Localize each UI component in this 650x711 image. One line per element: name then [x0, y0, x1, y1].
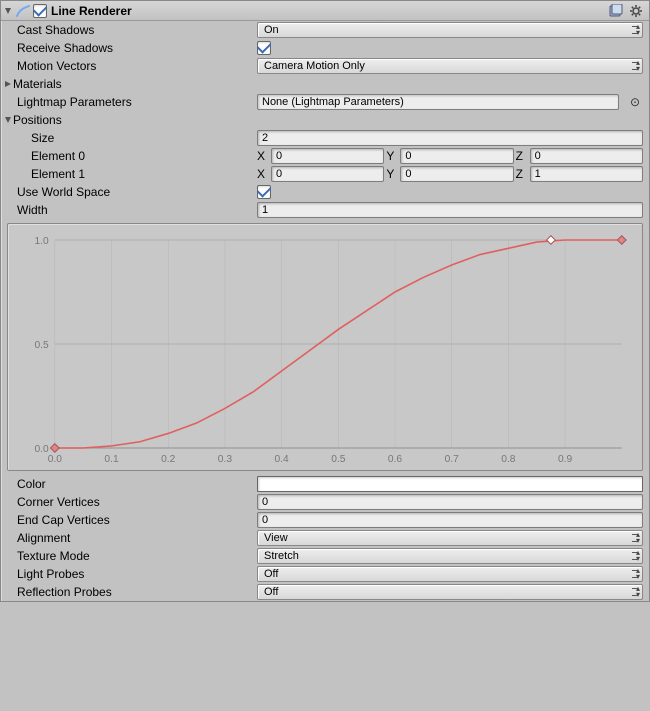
svg-text:0.9: 0.9: [558, 454, 573, 465]
gear-icon[interactable]: [629, 4, 643, 18]
element1-y-input[interactable]: 0: [400, 166, 513, 182]
svg-text:0.8: 0.8: [501, 454, 516, 465]
help-icon[interactable]: [609, 4, 623, 18]
element0-x-input[interactable]: 0: [271, 148, 384, 164]
element0-label: Element 0: [3, 149, 257, 163]
element1-x-input[interactable]: 0: [271, 166, 384, 182]
receive-shadows-checkbox[interactable]: [257, 41, 271, 55]
width-input[interactable]: 1: [257, 202, 643, 218]
width-curve-editor[interactable]: 0.00.51.00.00.10.20.30.40.50.60.70.80.9: [7, 223, 643, 471]
svg-text:0.5: 0.5: [331, 454, 346, 465]
axis-y-label: Y: [386, 149, 398, 163]
svg-text:0.2: 0.2: [161, 454, 176, 465]
end-cap-vertices-input[interactable]: 0: [257, 512, 643, 528]
svg-text:0.5: 0.5: [34, 340, 49, 351]
color-field[interactable]: [257, 476, 643, 492]
positions-label: Positions: [13, 113, 62, 127]
axis-z-label: Z: [516, 149, 528, 163]
element0-vector: X 0 Y 0 Z 0: [257, 148, 643, 164]
light-probes-dropdown[interactable]: Off▴▾: [257, 566, 643, 582]
svg-text:1.0: 1.0: [34, 236, 49, 247]
texture-mode-label: Texture Mode: [3, 549, 257, 563]
lightmap-parameters-label: Lightmap Parameters: [3, 95, 257, 109]
alignment-dropdown[interactable]: View▴▾: [257, 530, 643, 546]
svg-text:0.3: 0.3: [218, 454, 233, 465]
corner-vertices-input[interactable]: 0: [257, 494, 643, 510]
reflection-probes-label: Reflection Probes: [3, 585, 257, 599]
texture-mode-dropdown[interactable]: Stretch▴▾: [257, 548, 643, 564]
element1-label: Element 1: [3, 167, 257, 181]
use-world-space-label: Use World Space: [3, 185, 257, 199]
axis-z-label: Z: [516, 167, 528, 181]
cast-shadows-dropdown[interactable]: On▴▾: [257, 22, 643, 38]
curve-area[interactable]: 0.00.51.00.00.10.20.30.40.50.60.70.80.9: [18, 230, 632, 468]
svg-text:0.6: 0.6: [388, 454, 403, 465]
receive-shadows-label: Receive Shadows: [3, 41, 257, 55]
foldout-toggle[interactable]: [3, 6, 13, 16]
svg-text:0.0: 0.0: [48, 454, 63, 465]
width-label: Width: [3, 203, 257, 217]
object-picker-icon[interactable]: ⊙: [627, 95, 643, 109]
positions-foldout[interactable]: [3, 115, 13, 125]
component-header: Line Renderer: [1, 1, 649, 21]
svg-text:0.4: 0.4: [274, 454, 289, 465]
materials-foldout[interactable]: [3, 79, 13, 89]
positions-size-input[interactable]: 2: [257, 130, 643, 146]
alignment-label: Alignment: [3, 531, 257, 545]
inspector-panel: Line Renderer Cast Shadows On▴▾ Receive …: [0, 0, 650, 602]
svg-text:0.1: 0.1: [104, 454, 119, 465]
color-label: Color: [3, 477, 257, 491]
axis-x-label: X: [257, 167, 269, 181]
reflection-probes-dropdown[interactable]: Off▴▾: [257, 584, 643, 600]
axis-y-label: Y: [386, 167, 398, 181]
materials-label: Materials: [13, 77, 62, 91]
element0-y-input[interactable]: 0: [400, 148, 513, 164]
motion-vectors-label: Motion Vectors: [3, 59, 257, 73]
light-probes-label: Light Probes: [3, 567, 257, 581]
element1-z-input[interactable]: 1: [530, 166, 643, 182]
axis-x-label: X: [257, 149, 269, 163]
corner-vertices-label: Corner Vertices: [3, 495, 257, 509]
use-world-space-checkbox[interactable]: [257, 185, 271, 199]
element1-vector: X 0 Y 0 Z 1: [257, 166, 643, 182]
lightmap-parameters-field[interactable]: None (Lightmap Parameters): [257, 94, 619, 110]
element0-z-input[interactable]: 0: [530, 148, 643, 164]
line-renderer-icon: [15, 3, 31, 19]
positions-size-label: Size: [3, 131, 257, 145]
svg-text:0.7: 0.7: [445, 454, 460, 465]
end-cap-vertices-label: End Cap Vertices: [3, 513, 257, 527]
component-title: Line Renderer: [49, 4, 607, 18]
component-enable-checkbox[interactable]: [33, 4, 47, 18]
cast-shadows-label: Cast Shadows: [3, 23, 257, 37]
motion-vectors-dropdown[interactable]: Camera Motion Only▴▾: [257, 58, 643, 74]
